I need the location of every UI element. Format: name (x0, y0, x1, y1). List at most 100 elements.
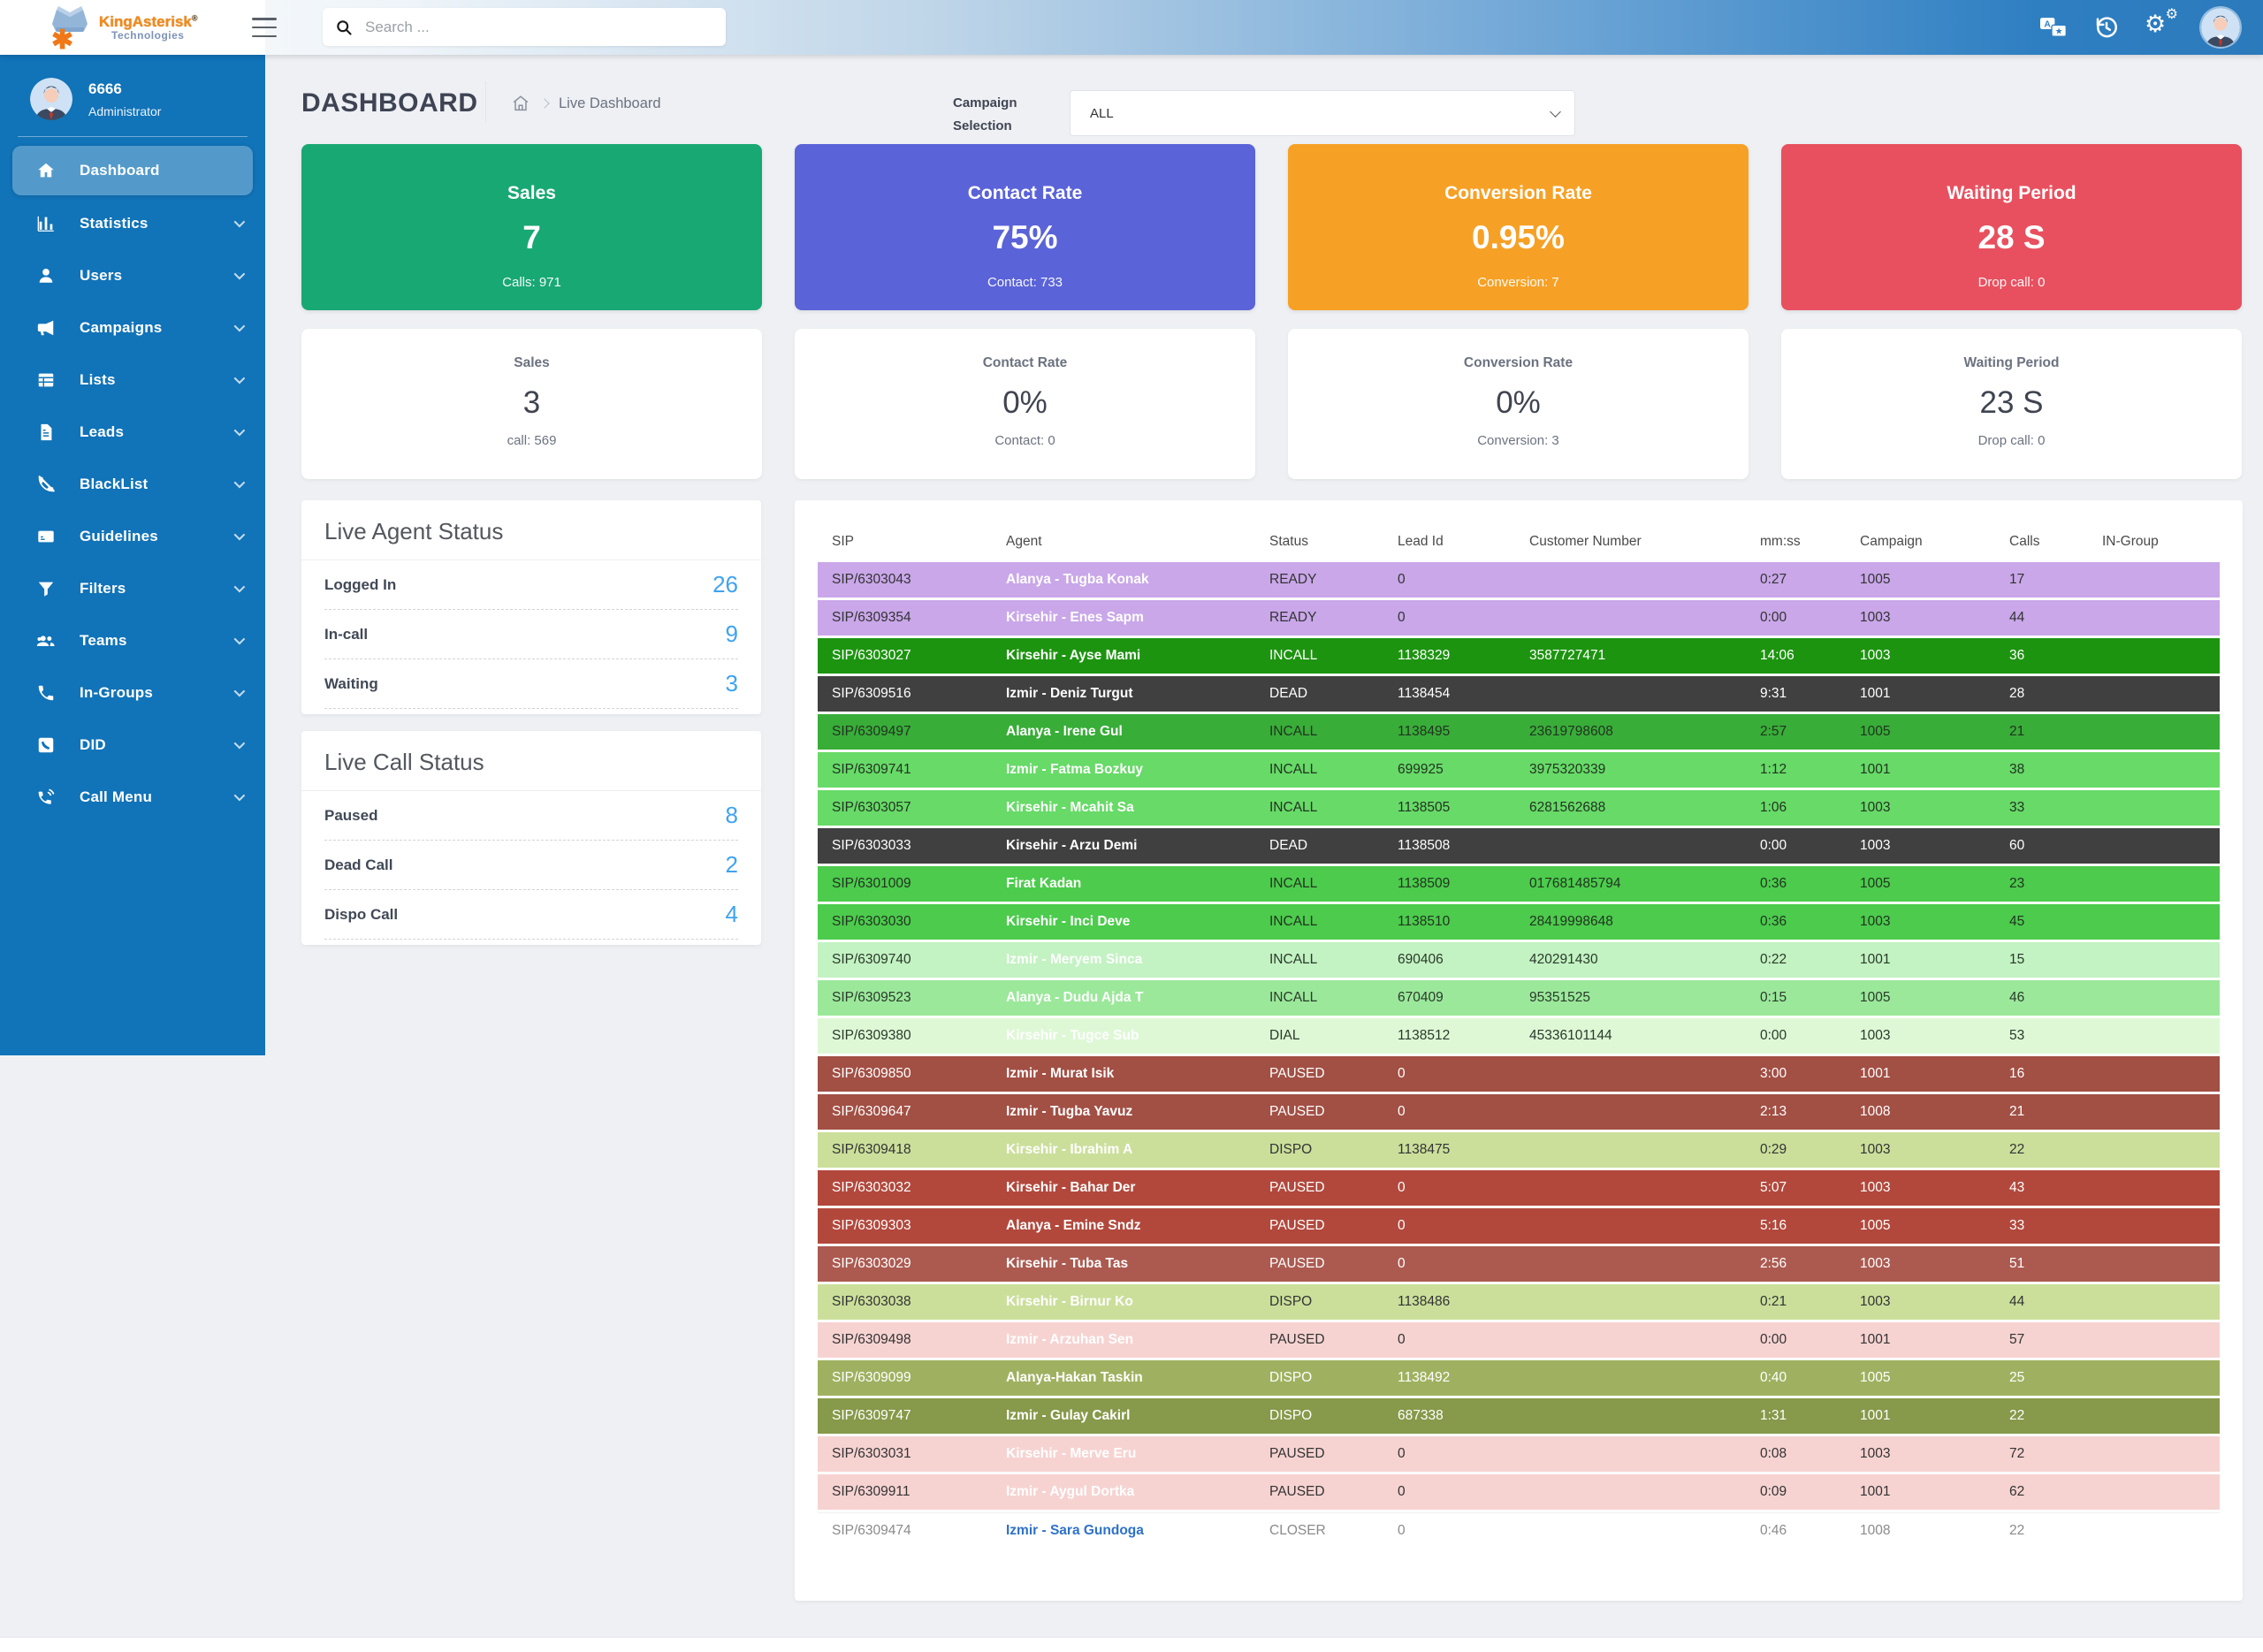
lead-id-cell: 0 (1383, 1180, 1515, 1196)
stat-card: Sales 7 Calls: 971 (301, 144, 762, 310)
status-value: 8 (726, 802, 738, 829)
sidebar-item-dashboard[interactable]: Dashboard (12, 146, 253, 195)
campaign-cell: 1001 (1846, 762, 1995, 778)
chevron-down-icon (234, 425, 246, 437)
phone-square-icon (35, 735, 57, 756)
chevron-down-icon (234, 529, 246, 541)
mmss-cell: 1:06 (1746, 800, 1846, 816)
sidebar-item-campaigns[interactable]: Campaigns (0, 301, 265, 354)
mmss-cell: 0:15 (1746, 990, 1846, 1006)
lead-id-cell: 1138492 (1383, 1370, 1515, 1386)
campaign-cell: 1008 (1846, 1104, 1995, 1120)
mmss-cell: 0:36 (1746, 914, 1846, 930)
sip-cell: SIP/6303027 (818, 648, 992, 664)
sidebar-item-lists[interactable]: Lists (0, 354, 265, 406)
customer-number-cell: 95351525 (1515, 990, 1746, 1006)
summary-card-subtext: Drop call: 0 (1781, 433, 2242, 448)
calls-cell: 51 (1995, 1256, 2088, 1272)
table-row: SIP/6303033 Kirsehir - Arzu Demi DEAD 11… (818, 828, 2220, 864)
calls-cell: 36 (1995, 648, 2088, 664)
filter-icon (35, 578, 57, 599)
calls-cell: 23 (1995, 876, 2088, 892)
table-row: SIP/6303038 Kirsehir - Birnur Ko DISPO 1… (818, 1284, 2220, 1320)
translate-icon[interactable]: A ★ (2038, 14, 2069, 41)
summary-card: Sales 3 call: 569 (301, 329, 762, 479)
calls-cell: 33 (1995, 800, 2088, 816)
live-calls-table-card: SIP Agent Status Lead Id Customer Number… (795, 500, 2243, 1601)
sidebar-item-leads[interactable]: Leads (0, 406, 265, 458)
stat-card-title: Waiting Period (1781, 183, 2242, 204)
calls-cell: 46 (1995, 990, 2088, 1006)
user-role: Administrator (88, 104, 161, 118)
summary-card-value: 0% (795, 385, 1255, 421)
table-row: SIP/6309380 Kirsehir - Tugce Sub DIAL 11… (818, 1018, 2220, 1054)
lead-id-cell: 1138329 (1383, 648, 1515, 664)
table-row: SIP/6309747 Izmir - Gulay Cakirl DISPO 6… (818, 1398, 2220, 1434)
agent-cell[interactable]: Izmir - Sara Gundoga (992, 1523, 1255, 1539)
lead-id-cell: 0 (1383, 572, 1515, 588)
sip-cell: SIP/6303038 (818, 1294, 992, 1310)
sidebar-item-guidelines[interactable]: Guidelines (0, 510, 265, 562)
status-cell: READY (1255, 572, 1383, 588)
chevron-down-icon (234, 269, 246, 280)
sidebar-item-in-groups[interactable]: In-Groups (0, 666, 265, 719)
calls-cell: 57 (1995, 1332, 2088, 1348)
mmss-cell: 2:57 (1746, 724, 1846, 740)
lead-id-cell: 0 (1383, 1484, 1515, 1500)
status-row-dead-call: Dead Call 2 (324, 841, 738, 890)
mmss-cell: 0:29 (1746, 1142, 1846, 1158)
status-label: Paused (324, 807, 377, 825)
stat-card: Conversion Rate 0.95% Conversion: 7 (1288, 144, 1749, 310)
lead-id-cell: 0 (1383, 1066, 1515, 1082)
sidebar-item-statistics[interactable]: Statistics (0, 197, 265, 249)
agent-cell: Kirsehir - Enes Sapm (992, 610, 1255, 626)
search-input[interactable] (365, 19, 713, 36)
status-label: Dispo Call (324, 906, 398, 924)
summary-card: Waiting Period 23 S Drop call: 0 (1781, 329, 2242, 479)
sip-cell: SIP/6303030 (818, 914, 992, 930)
sidebar-item-users[interactable]: Users (0, 249, 265, 301)
status-row-waiting: Waiting 3 (324, 659, 738, 709)
lead-id-cell: 1138495 (1383, 724, 1515, 740)
profile-avatar[interactable] (30, 78, 72, 120)
stat-card-value: 28 S (1781, 219, 2242, 256)
status-cell: INCALL (1255, 724, 1383, 740)
chevron-down-icon (234, 321, 246, 332)
agent-cell: Izmir - Deniz Turgut (992, 686, 1255, 702)
calls-cell: 22 (1995, 1142, 2088, 1158)
history-icon[interactable] (2093, 14, 2120, 41)
sidebar-item-blacklist[interactable]: BlackList (0, 458, 265, 510)
lead-id-cell: 0 (1383, 1104, 1515, 1120)
calls-cell: 44 (1995, 1294, 2088, 1310)
summary-card-title: Waiting Period (1781, 355, 2242, 371)
stat-card: Contact Rate 75% Contact: 733 (795, 144, 1255, 310)
table-row: SIP/6309303 Alanya - Emine Sndz PAUSED 0… (818, 1208, 2220, 1244)
lead-id-cell: 687338 (1383, 1408, 1515, 1424)
sidebar-item-did[interactable]: DID (0, 719, 265, 771)
settings-gears-icon[interactable]: ⚙⚙ (2145, 11, 2176, 43)
status-label: Waiting (324, 675, 378, 693)
asterisk-icon: ✱ (51, 27, 73, 54)
status-cell: READY (1255, 610, 1383, 626)
mmss-cell: 0:22 (1746, 952, 1846, 968)
calls-cell: 44 (1995, 610, 2088, 626)
home-icon[interactable] (511, 94, 530, 113)
campaign-cell: 1003 (1846, 914, 1995, 930)
sip-cell: SIP/6309523 (818, 990, 992, 1006)
table-row: SIP/6309474 Izmir - Sara Gundoga CLOSER … (818, 1512, 2220, 1548)
status-row-dispo-call: Dispo Call 4 (324, 890, 738, 940)
mmss-cell: 0:36 (1746, 876, 1846, 892)
summary-card-value: 3 (301, 385, 762, 421)
mmss-cell: 0:27 (1746, 572, 1846, 588)
sidebar-item-teams[interactable]: Teams (0, 614, 265, 666)
lead-id-cell: 0 (1383, 1523, 1515, 1539)
campaign-select[interactable]: ALL (1070, 90, 1575, 136)
sidebar-item-call-menu[interactable]: Call Menu (0, 771, 265, 823)
agent-cell: Kirsehir - Tuba Tas (992, 1256, 1255, 1272)
menu-toggle-button[interactable] (250, 15, 278, 40)
chevron-down-icon (234, 217, 246, 228)
sip-cell: SIP/6309354 (818, 610, 992, 626)
sidebar-item-filters[interactable]: Filters (0, 562, 265, 614)
column-header: Campaign (1846, 534, 1995, 550)
user-avatar[interactable] (2201, 8, 2240, 47)
